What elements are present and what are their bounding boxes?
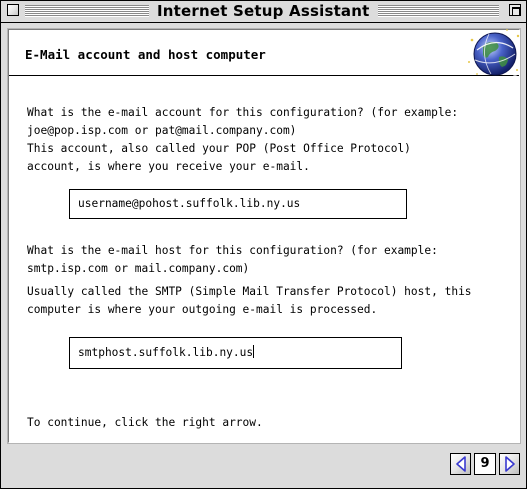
account-info-line2: account, is where you receive your e-mai… (27, 160, 310, 173)
back-button[interactable] (450, 453, 471, 475)
email-account-field[interactable]: username@pohost.suffolk.lib.ny.us (69, 189, 407, 219)
account-info-line1: This account, also called your POP (Post… (27, 142, 411, 155)
close-box-icon[interactable] (7, 4, 19, 16)
account-question-line2: joe@pop.isp.com or pat@mail.company.com) (27, 124, 297, 137)
forward-button[interactable] (499, 453, 520, 475)
globe-icon (467, 29, 520, 78)
page-navigator: 9 (450, 453, 520, 475)
host-question: What is the e-mail host for this configu… (27, 242, 507, 319)
internet-setup-window: Internet Setup Assistant E-Mail account … (0, 0, 527, 489)
title-stripes-left (25, 5, 155, 17)
navigation-bar: 9 (8, 447, 520, 481)
host-info-line2: computer is where your outgoing e-mail i… (27, 303, 378, 316)
text-cursor (253, 345, 255, 358)
page-number: 9 (474, 453, 496, 475)
window-title: Internet Setup Assistant (149, 1, 378, 22)
account-question-line1: What is the e-mail account for this conf… (27, 106, 459, 119)
host-info-line1: Usually called the SMTP (Simple Mail Tra… (27, 285, 472, 298)
section-header: E-Mail account and host computer (9, 29, 520, 78)
email-host-field[interactable]: smtphost.suffolk.lib.ny.us (69, 337, 402, 369)
right-arrow-icon (504, 456, 515, 472)
content-panel: E-Mail account and host computer What is… (8, 29, 520, 443)
title-stripes-right (371, 5, 499, 17)
account-question: What is the e-mail account for this conf… (27, 104, 507, 176)
title-bar[interactable]: Internet Setup Assistant (1, 1, 526, 23)
continue-instruction: To continue, click the right arrow. (27, 416, 263, 429)
host-question-line1: What is the e-mail host for this configu… (27, 244, 438, 257)
left-arrow-icon (455, 456, 466, 472)
email-host-value: smtphost.suffolk.lib.ny.us (78, 346, 254, 359)
email-account-value: username@pohost.suffolk.lib.ny.us (78, 197, 301, 210)
section-title: E-Mail account and host computer (25, 47, 266, 62)
zoom-box-icon[interactable] (509, 4, 521, 16)
host-question-line2: smtp.isp.com or mail.company.com) (27, 262, 250, 275)
